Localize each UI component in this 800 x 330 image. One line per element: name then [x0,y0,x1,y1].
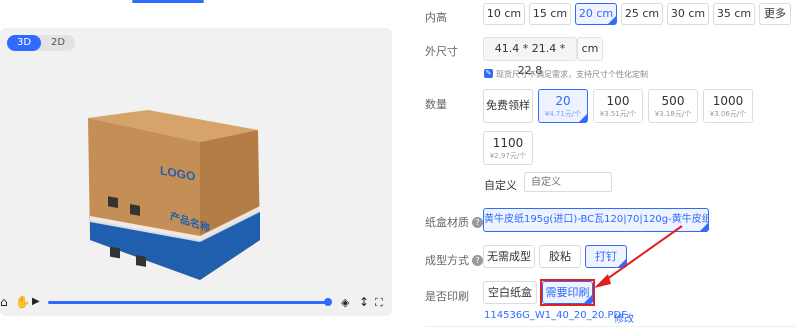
divider [425,326,795,327]
print-file-link[interactable]: 114536G_W1_40_20_20.PDF [484,310,627,321]
height-option-25[interactable]: 25 cm [621,3,663,25]
mode-3d-button[interactable]: 3D [7,35,41,51]
unit-price: ¥3.18元/个 [654,110,692,118]
quantity-option-500[interactable]: 500 ¥3.18元/个 [648,89,698,123]
cube-view-icon[interactable]: ◈ [341,296,349,309]
custom-size-note: 现货尺寸不满足需求，支持尺寸个性化定制 [496,70,648,79]
help-icon[interactable]: ? [472,217,483,228]
quantity-value: 100 [606,94,630,108]
box-3d-model[interactable]: LOGO 产品名称 [50,90,280,290]
animation-progress-bar[interactable] [48,301,330,304]
annotation-arrow [594,225,683,288]
custom-size-icon: ✎ [484,69,493,78]
quantity-value: 1100 [492,136,524,150]
progress-handle[interactable] [324,298,332,306]
outer-size-label: 外尺寸 [425,45,458,58]
unit-price: ¥4.71元/个 [544,110,582,118]
quantity-option-100[interactable]: 100 ¥3.51元/个 [593,89,643,123]
view-mode-toggle: 3D 2D [7,35,75,51]
height-label: 内高 [425,11,447,24]
forming-option-none[interactable]: 无需成型 [483,245,535,268]
home-icon[interactable]: ⌂ [0,295,8,309]
height-option-35[interactable]: 35 cm [713,3,755,25]
mode-2d-button[interactable]: 2D [41,35,75,51]
quantity-value: 500 [661,94,685,108]
unit-price: ¥3.06元/个 [709,110,747,118]
play-icon[interactable]: ▶ [32,296,40,307]
height-option-30[interactable]: 30 cm [667,3,709,25]
height-option-15[interactable]: 15 cm [529,3,571,25]
custom-quantity-label: 自定义 [484,179,517,192]
forming-label: 成型方式? [425,252,483,268]
quantity-label: 数量 [425,98,447,111]
height-option-20[interactable]: 20 cm [575,3,617,25]
quantity-value: 20 [555,94,571,108]
quantity-option-20[interactable]: 20 ¥4.71元/个 [538,89,588,123]
height-more-button[interactable]: 更多 [759,3,791,25]
unit-price: ¥3.51元/个 [599,110,637,118]
annotation-highlight-box [540,279,595,306]
hand-pan-icon[interactable]: ✋ [15,295,30,309]
vertical-move-icon[interactable]: ↕ [359,295,369,309]
active-tab-indicator [132,0,204,3]
help-icon[interactable]: ? [472,255,483,266]
quantity-option-1100[interactable]: 1100 ¥2.97元/个 [483,131,533,165]
free-sample-button[interactable]: 免费领样 [483,89,533,123]
printing-label: 是否印刷 [425,290,469,303]
quantity-option-1000[interactable]: 1000 ¥3.06元/个 [703,89,753,123]
edit-file-link[interactable]: 修改 [614,310,634,325]
box-qr-icon [108,196,118,208]
material-label: 纸盒材质? [425,214,483,230]
fullscreen-icon[interactable]: ⛶ [375,296,383,310]
outer-size-unit: cm [577,37,603,61]
height-option-10[interactable]: 10 cm [483,3,525,25]
outer-size-value: 41.4 * 21.4 * 22.8 [483,37,577,77]
printing-option-blank[interactable]: 空白纸盒 [483,281,537,304]
forming-option-glue[interactable]: 胶粘 [539,245,581,268]
custom-quantity-input[interactable] [524,172,612,192]
quantity-value: 1000 [712,94,744,108]
unit-price: ¥2.97元/个 [489,152,527,160]
